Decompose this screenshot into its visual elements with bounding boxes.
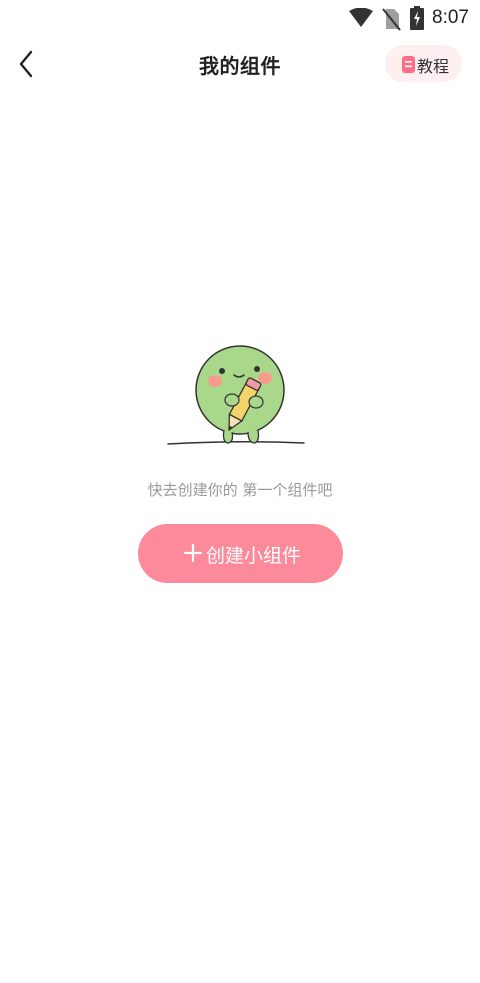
no-sim-icon [381,7,401,35]
battery-charging-icon [410,6,424,34]
tutorial-label: 教程 [417,57,450,76]
tutorial-button[interactable]: 教程 [385,45,462,82]
status-bar: 8:07 [0,0,480,36]
create-widget-label: 创建小组件 [206,545,302,567]
empty-state-message: 快去创建你的 第一个组件吧 [147,481,333,499]
plus-icon [183,543,203,566]
wifi-icon [348,7,374,32]
status-time: 8:07 [432,7,469,28]
header: 我的组件 教程 [0,40,480,88]
create-widget-button[interactable]: 创建小组件 [138,524,343,583]
document-icon [402,56,415,77]
mascot-illustration [164,342,310,452]
